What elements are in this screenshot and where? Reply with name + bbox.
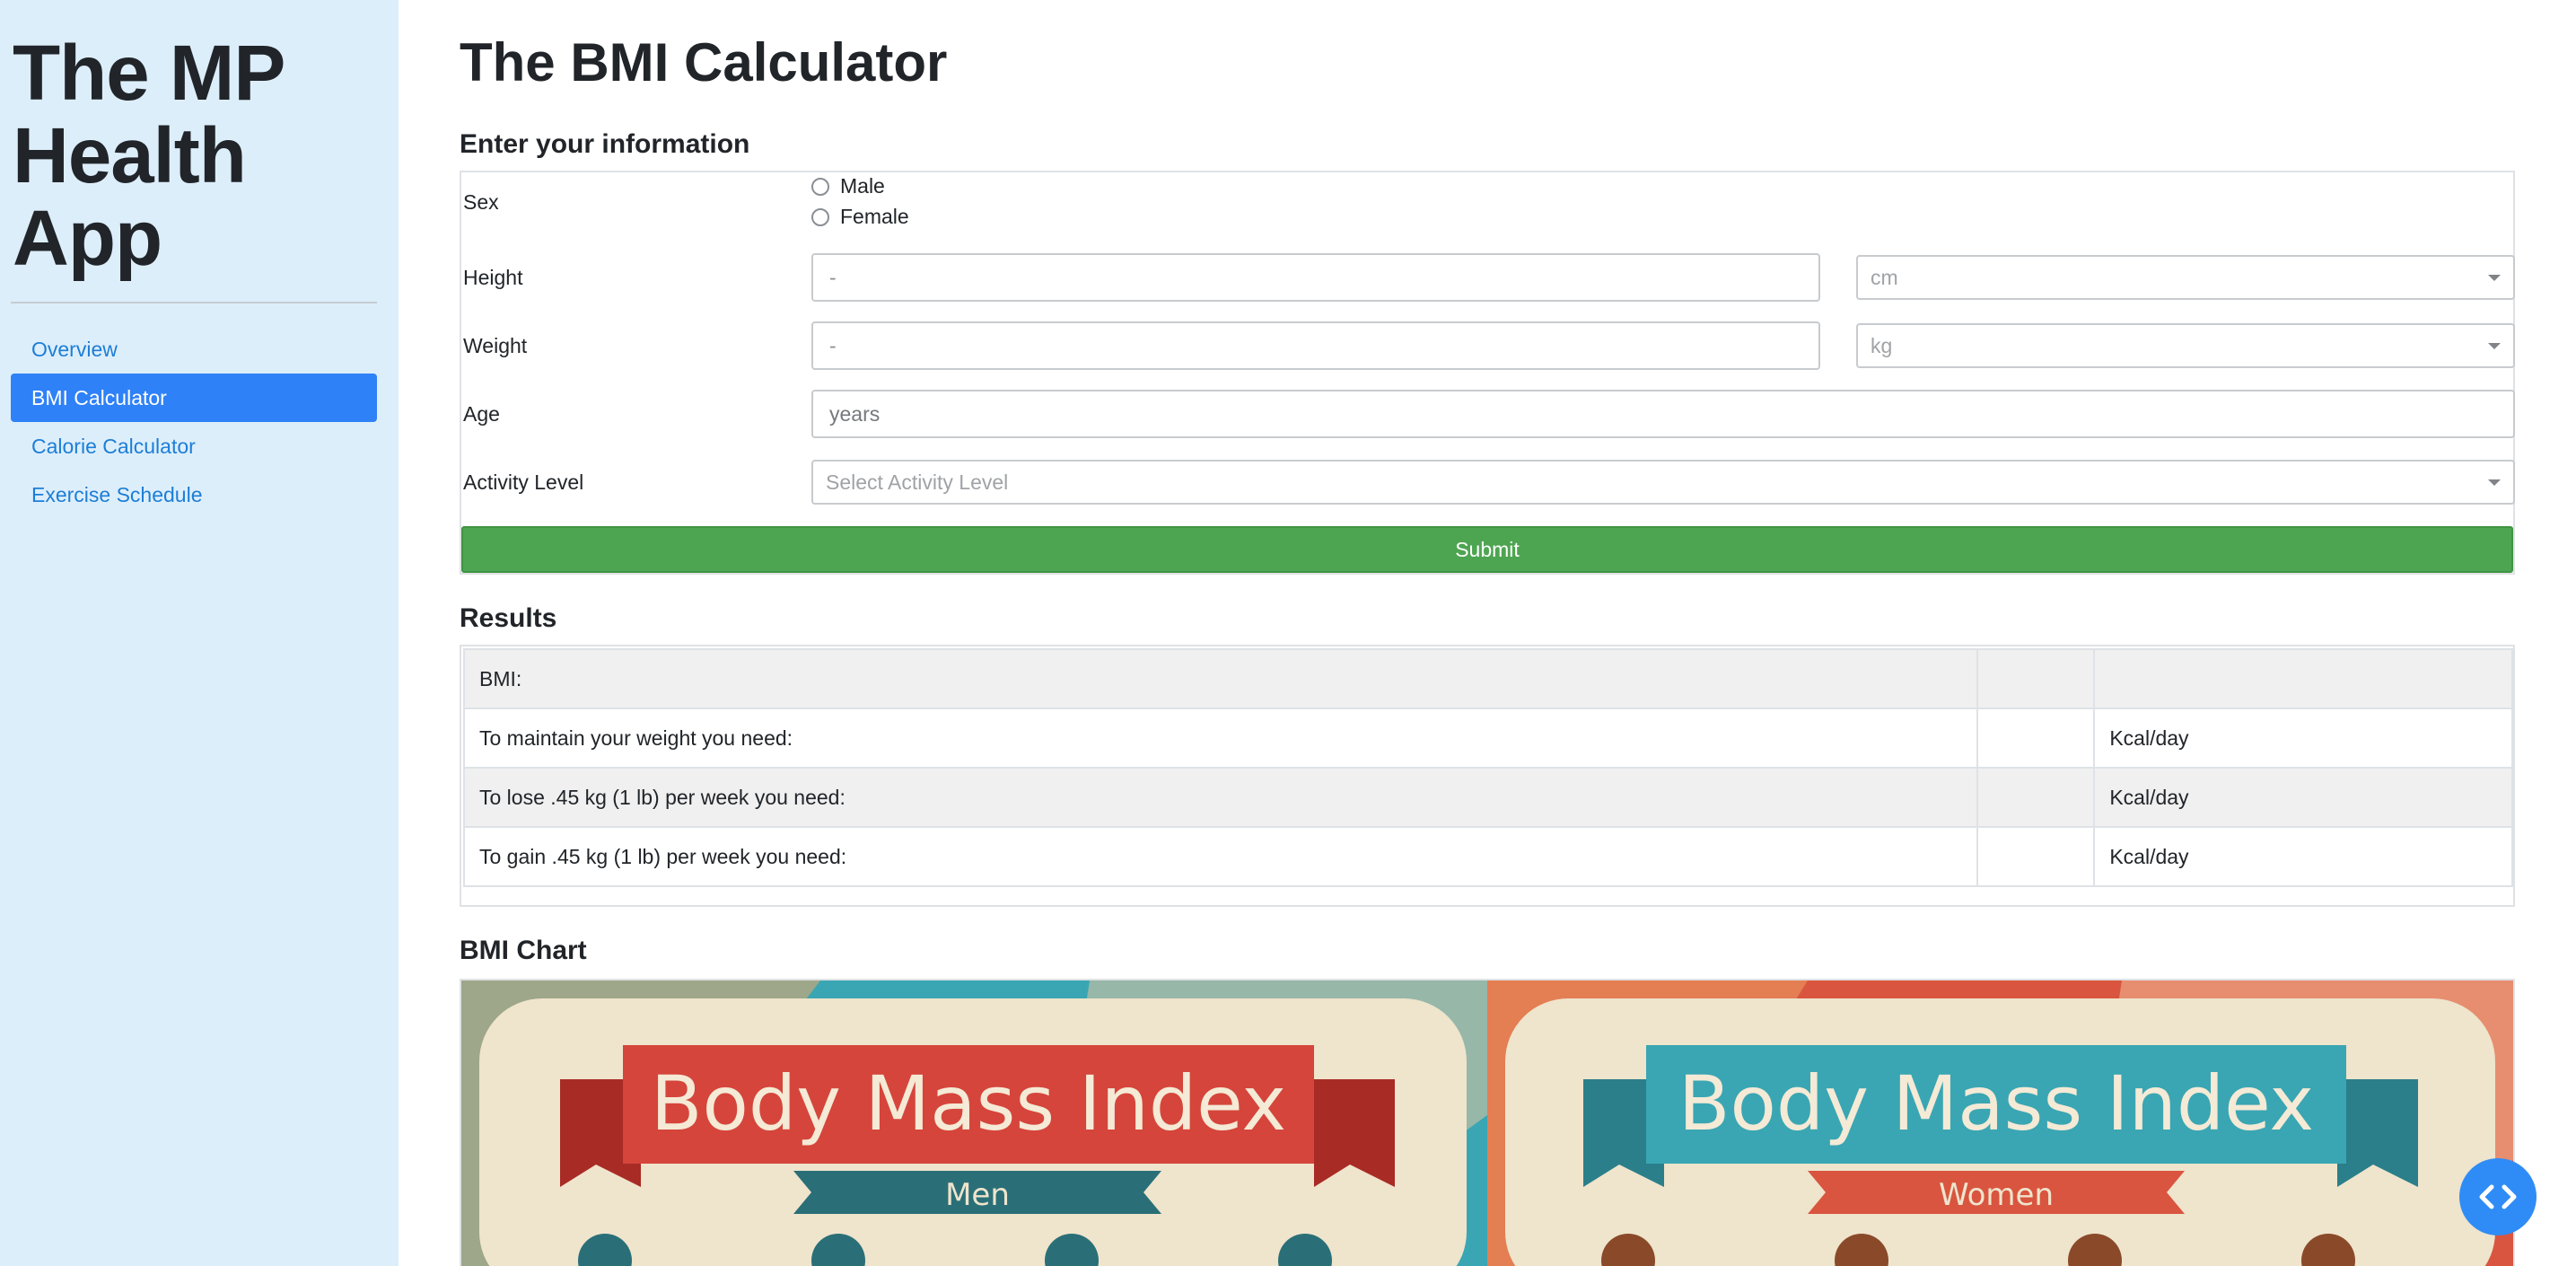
result-unit: Kcal/day xyxy=(2093,708,2513,769)
radio-female[interactable]: Female xyxy=(811,205,909,229)
code-icon xyxy=(2479,1184,2517,1209)
submit-button[interactable]: Submit xyxy=(461,526,2513,573)
age-label: Age xyxy=(463,402,500,426)
sidebar: The MP Health App Overview BMI Calculato… xyxy=(0,0,399,1266)
result-label: To maintain your weight you need: xyxy=(462,708,1979,769)
bmi-chart-heading: BMI Chart xyxy=(460,936,587,965)
nav-item-calorie-calculator[interactable]: Calorie Calculator xyxy=(11,422,377,470)
result-label: To lose .45 kg (1 lb) per week you need: xyxy=(462,767,1979,828)
height-unit-select[interactable]: cm xyxy=(1856,255,2515,300)
activity-level-label: Activity Level xyxy=(463,470,584,494)
form-heading: Enter your information xyxy=(460,129,750,159)
nav-item-overview[interactable]: Overview xyxy=(11,325,377,374)
table-row: To lose .45 kg (1 lb) per week you need:… xyxy=(462,767,2513,828)
info-form: Sex Male Female Height - cm Weight - kg … xyxy=(460,171,2515,575)
chevron-down-icon xyxy=(2488,343,2501,349)
page-title: The BMI Calculator xyxy=(460,32,948,92)
height-unit-value: cm xyxy=(1871,266,1898,289)
table-row: BMI: xyxy=(462,648,2513,709)
result-value xyxy=(1976,708,2096,769)
men-ribbon-subtitle: Men xyxy=(945,1177,1010,1213)
app-title-line: The MP xyxy=(13,30,285,117)
app-title-line: Health xyxy=(13,112,247,199)
result-value xyxy=(1976,648,2096,709)
result-unit xyxy=(2093,648,2513,709)
app-title-line: App xyxy=(13,195,162,282)
sex-label: Sex xyxy=(463,190,499,214)
results-panel: BMI: To maintain your weight you need: K… xyxy=(460,645,2515,907)
result-value xyxy=(1976,767,2096,828)
bmi-chart-image: Body Mass Index Men Body Mass Index Wome… xyxy=(460,979,2515,1266)
activity-level-select[interactable]: Select Activity Level xyxy=(811,460,2515,505)
radio-circle-icon[interactable] xyxy=(811,177,829,196)
results-heading: Results xyxy=(460,603,557,633)
activity-level-value: Select Activity Level xyxy=(826,470,1009,494)
result-label: BMI: xyxy=(462,648,1979,709)
radio-male[interactable]: Male xyxy=(811,174,885,198)
women-ribbon-subtitle: Women xyxy=(1939,1177,2054,1213)
height-label: Height xyxy=(463,266,523,289)
weight-input[interactable]: - xyxy=(811,321,1820,370)
sidebar-nav: Overview BMI Calculator Calorie Calculat… xyxy=(11,325,388,519)
sidebar-divider xyxy=(11,302,377,303)
radio-circle-icon[interactable] xyxy=(811,207,829,226)
chevron-down-icon xyxy=(2488,275,2501,281)
table-row: To gain .45 kg (1 lb) per week you need:… xyxy=(462,826,2513,887)
weight-unit-select[interactable]: kg xyxy=(1856,323,2515,368)
bmi-chart-illustration: Body Mass Index Men Body Mass Index Wome… xyxy=(461,980,2513,1266)
code-toggle-button[interactable] xyxy=(2459,1158,2537,1235)
result-label: To gain .45 kg (1 lb) per week you need: xyxy=(462,826,1979,887)
women-ribbon-title: Body Mass Index xyxy=(1678,1059,2314,1147)
age-input[interactable]: years xyxy=(811,390,2515,438)
result-value xyxy=(1976,826,2096,887)
weight-unit-value: kg xyxy=(1871,334,1893,357)
nav-item-exercise-schedule[interactable]: Exercise Schedule xyxy=(11,470,377,519)
result-unit: Kcal/day xyxy=(2093,826,2513,887)
table-row: To maintain your weight you need: Kcal/d… xyxy=(462,708,2513,769)
radio-male-label: Male xyxy=(840,174,885,198)
nav-item-bmi-calculator[interactable]: BMI Calculator xyxy=(11,374,377,422)
result-unit: Kcal/day xyxy=(2093,767,2513,828)
weight-label: Weight xyxy=(463,334,528,357)
app-title: The MP Health App xyxy=(11,32,388,280)
chevron-down-icon xyxy=(2488,479,2501,486)
height-input[interactable]: - xyxy=(811,253,1820,302)
results-table: BMI: To maintain your weight you need: K… xyxy=(462,648,2513,887)
radio-female-label: Female xyxy=(840,205,909,228)
men-ribbon-title: Body Mass Index xyxy=(651,1059,1286,1147)
main-content: The BMI Calculator Enter your informatio… xyxy=(460,0,2515,1266)
